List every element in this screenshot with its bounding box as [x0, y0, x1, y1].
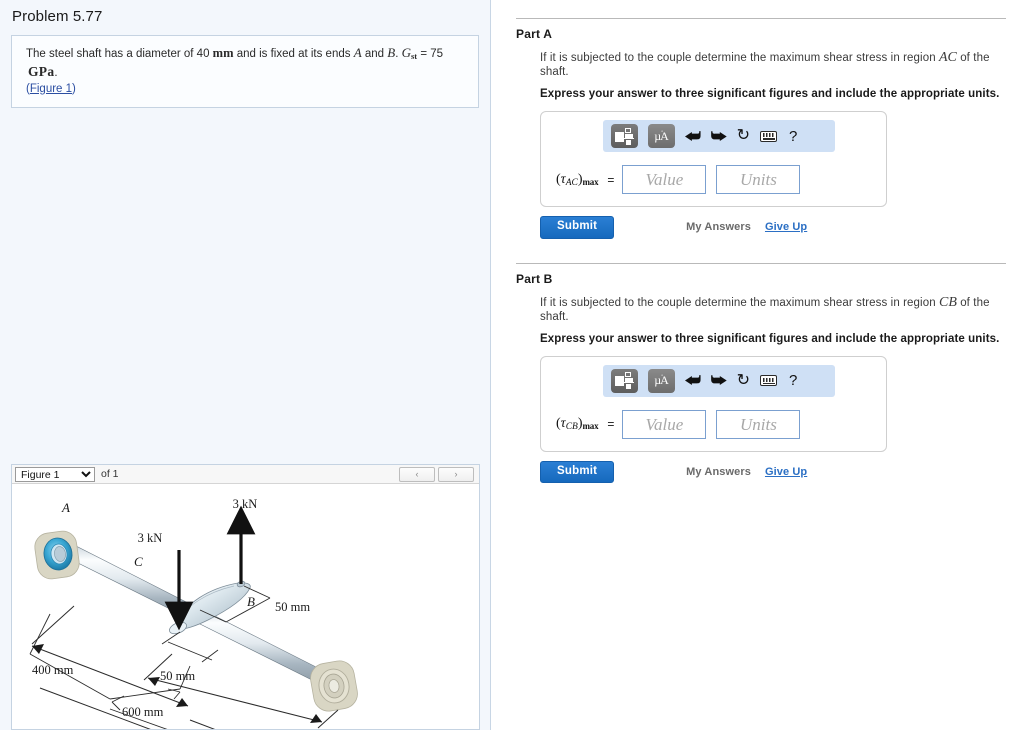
part-a-prompt: If it is subjected to the couple determi… — [540, 50, 1006, 78]
statement-symbol-b: B — [387, 45, 396, 60]
figure-count-label: of 1 — [101, 468, 119, 480]
part-b-my-answers-link[interactable]: My Answers — [686, 466, 751, 478]
figure-navigation: ‹ › — [399, 466, 476, 482]
part-a-answer-box: µ˚A ⮨ ⮩ ↻ ? (τAC)max = Value Units — [540, 111, 887, 207]
statement-symbol-g-subscript: st — [411, 51, 418, 61]
right-panel: Part A If it is subjected to the couple … — [491, 0, 1024, 730]
part-b-answer-box: µ˚A ⮨ ⮩ ↻ ? (τCB)max = Value Units — [540, 355, 887, 452]
figure-reference-link-text[interactable]: Figure 1 — [30, 83, 72, 95]
part-a-divider — [516, 18, 1006, 19]
micro-angstrom-units-icon[interactable]: µ˚A — [648, 368, 675, 393]
math-template-icon[interactable] — [611, 368, 638, 393]
part-b-units-input[interactable]: Units — [716, 409, 801, 439]
part-b-prompt: If it is subjected to the couple determi… — [540, 295, 1006, 323]
math-template-icon[interactable] — [611, 124, 638, 148]
page-title: Problem 5.77 — [12, 8, 103, 25]
part-b-answer-label: (τCB)max — [556, 416, 599, 432]
problem-page: Problem 5.77 The steel shaft has a diame… — [0, 0, 1024, 730]
left-panel: Problem 5.77 The steel shaft has a diame… — [0, 0, 491, 730]
part-a-title: Part A — [516, 27, 553, 41]
statement-period: . — [395, 48, 399, 60]
figure-label-c: C — [134, 554, 143, 569]
part-b-equals: = — [607, 417, 615, 431]
part-b-prompt-region: CB — [939, 294, 957, 310]
figure-force-left-label: 3 kN — [138, 531, 163, 545]
figure-label-b: B — [247, 594, 255, 609]
micro-angstrom-units-icon[interactable]: µ˚A — [648, 124, 675, 148]
part-a-answer-label: (τAC)max — [556, 172, 599, 188]
figure-viewer: Figure 1 of 1 ‹ › A B C 3 kN 3 kN 400 mm… — [11, 464, 480, 730]
help-question-icon[interactable]: ? — [789, 373, 797, 388]
part-b-instruction: Express your answer to three significant… — [540, 332, 1000, 345]
part-b-value-input[interactable]: Value — [622, 409, 707, 439]
part-b-label-sub: CB — [565, 422, 578, 432]
reset-circular-arrow-icon[interactable]: ↻ — [737, 128, 750, 144]
part-a-math-toolbar: µ˚A ⮨ ⮩ ↻ ? — [603, 120, 835, 152]
redo-arrow-icon[interactable]: ⮩ — [711, 372, 727, 389]
part-a-value-input[interactable]: Value — [622, 165, 707, 194]
figure-label-a: A — [61, 500, 70, 515]
figure-toolbar: Figure 1 of 1 ‹ › — [12, 465, 479, 484]
undo-arrow-icon[interactable]: ⮨ — [685, 128, 701, 145]
keyboard-icon[interactable] — [760, 130, 778, 142]
redo-arrow-icon[interactable]: ⮩ — [711, 128, 727, 145]
part-a-prompt-pre: If it is subjected to the couple determi… — [540, 52, 936, 64]
figure-select[interactable]: Figure 1 — [15, 466, 95, 482]
part-b-label-max: max — [582, 421, 599, 431]
part-a-instruction: Express your answer to three significant… — [540, 88, 1000, 100]
part-a-give-up-link[interactable]: Give Up — [765, 221, 807, 233]
part-a-prompt-region: AC — [939, 50, 957, 65]
part-a-submit-row: Submit My Answers Give Up — [540, 216, 887, 239]
figure-dim-400: 400 mm — [32, 663, 74, 677]
part-a-label-max: max — [582, 176, 599, 187]
part-b-title: Part B — [516, 271, 553, 286]
part-b-give-up-link[interactable]: Give Up — [765, 466, 807, 478]
help-question-icon[interactable]: ? — [789, 129, 797, 144]
part-a-units-input[interactable]: Units — [716, 165, 801, 194]
figure-dim-600: 600 mm — [122, 705, 164, 719]
statement-g-value: = 75 — [420, 48, 444, 60]
part-a-label-sub: AC — [565, 177, 578, 188]
figure-dim-50-upper: 50 mm — [275, 600, 310, 614]
statement-final-dot: . — [54, 67, 58, 79]
statement-mid: and is fixed at its ends — [236, 48, 351, 60]
statement-symbol-g: G — [401, 45, 411, 60]
part-b-submit-button[interactable]: Submit — [540, 460, 615, 483]
statement-unit-mm: mm — [212, 46, 234, 60]
part-b-math-toolbar: µ˚A ⮨ ⮩ ↻ ? — [603, 364, 835, 397]
figure-dim-50-lower: 50 mm — [160, 669, 195, 683]
statement-symbol-a: A — [353, 45, 362, 60]
part-a-submit-button[interactable]: Submit — [540, 216, 615, 239]
statement-unit-gpa: GPa — [28, 64, 55, 79]
statement-and: and — [364, 48, 385, 60]
figure-force-right-label: 3 kN — [233, 497, 258, 511]
part-a-answer-row: (τAC)max = Value Units — [551, 165, 876, 194]
chevron-left-icon[interactable]: ‹ — [399, 466, 435, 482]
problem-statement-text: The steel shaft has a diameter of 40 mm … — [26, 45, 468, 97]
figure-reference-link[interactable]: (Figure 1) — [26, 82, 76, 97]
keyboard-icon[interactable] — [760, 375, 778, 386]
part-b-divider — [516, 262, 1006, 264]
chevron-right-icon[interactable]: › — [438, 466, 474, 482]
part-b-prompt-pre: If it is subjected to the couple determi… — [540, 296, 936, 309]
problem-statement-box: The steel shaft has a diameter of 40 mm … — [11, 35, 479, 108]
part-a-equals: = — [607, 172, 615, 187]
figure-canvas: A B C 3 kN 3 kN 400 mm 600 mm 50 mm 50 m… — [12, 484, 479, 729]
part-a-my-answers-link[interactable]: My Answers — [686, 221, 751, 233]
statement-lead: The steel shaft has a diameter of 40 — [26, 48, 210, 60]
undo-arrow-icon[interactable]: ⮨ — [685, 372, 701, 389]
part-b-answer-row: (τCB)max = Value Units — [551, 409, 876, 439]
part-b-submit-row: Submit My Answers Give Up — [540, 460, 887, 483]
reset-circular-arrow-icon[interactable]: ↻ — [737, 372, 750, 389]
shaft-diagram: A B C 3 kN 3 kN 400 mm 600 mm 50 mm 50 m… — [29, 497, 358, 729]
